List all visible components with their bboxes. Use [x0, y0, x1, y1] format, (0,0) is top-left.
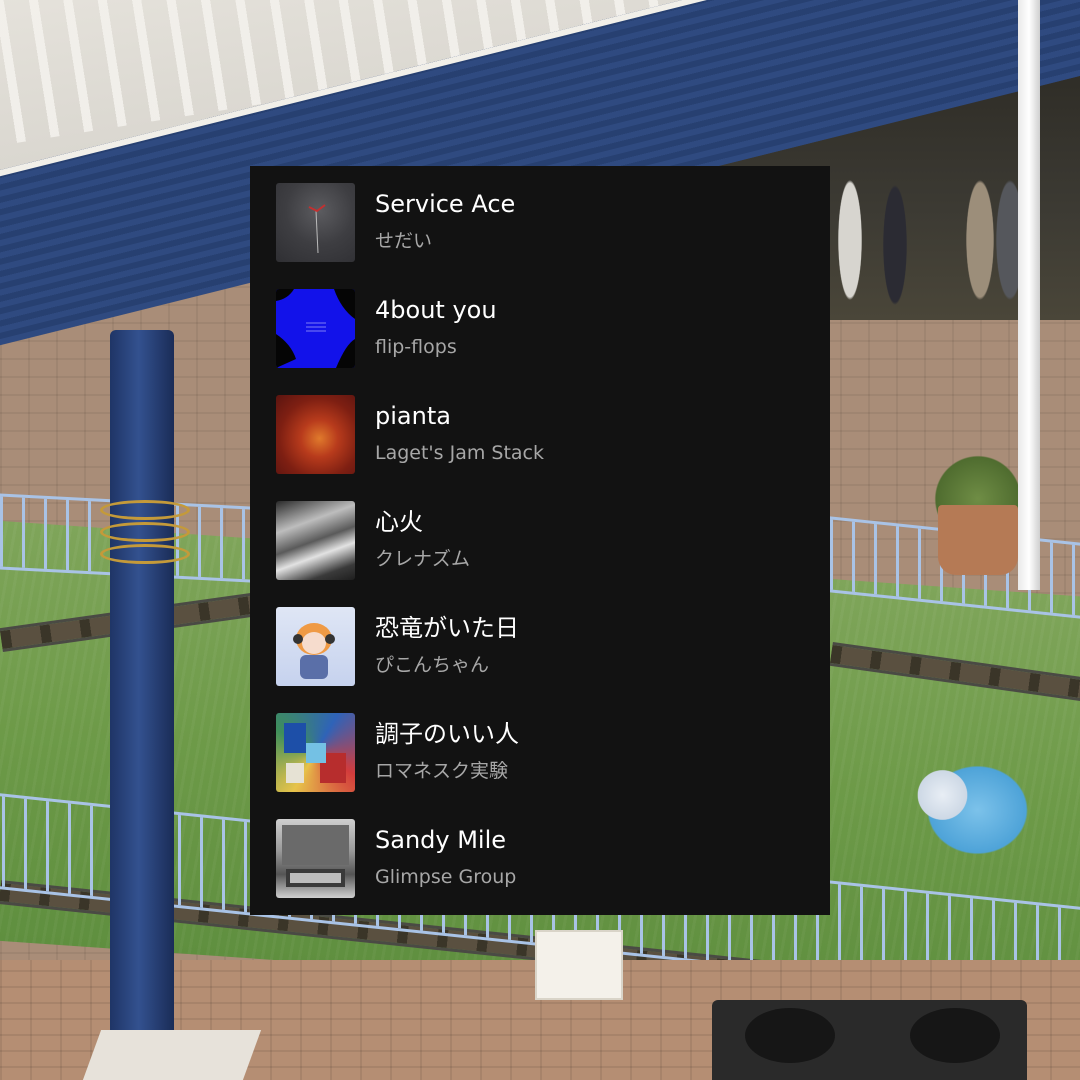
dog-ride-toy-head — [915, 765, 970, 825]
track-artist: クレナズム — [375, 548, 471, 570]
track-title: Sandy Mile — [375, 826, 507, 854]
album-cover-icon — [276, 819, 355, 898]
track-title: 調子のいい人 — [375, 720, 519, 748]
pillar-ring — [100, 522, 190, 542]
bin-hole — [910, 1008, 1000, 1063]
track-row[interactable]: Service Ace せだい — [250, 166, 830, 272]
album-cover-icon — [276, 289, 355, 368]
album-cover-icon — [276, 501, 355, 580]
blue-pillar — [110, 330, 174, 1070]
track-title: 4bout you — [375, 296, 497, 324]
planter-pot — [938, 505, 1018, 575]
album-cover-icon — [276, 183, 355, 262]
track-artist: ロマネスク実験 — [375, 760, 509, 782]
pillar-ring — [100, 500, 190, 520]
bin-hole — [745, 1008, 835, 1063]
pillar-base — [82, 1030, 262, 1080]
album-cover-icon — [276, 713, 355, 792]
track-title: 恐竜がいた日 — [375, 614, 519, 642]
track-title: 心火 — [375, 508, 423, 536]
track-artist: ぴこんちゃん — [375, 654, 490, 676]
track-title: pianta — [375, 402, 451, 430]
pedestrians — [830, 170, 1080, 310]
track-artist: Laget's Jam Stack — [375, 442, 544, 464]
album-cover-icon — [276, 395, 355, 474]
track-artist: Glimpse Group — [375, 866, 517, 888]
track-row[interactable]: 4bout you flip-flops — [250, 272, 830, 378]
track-artist: せだい — [375, 230, 433, 252]
track-row[interactable]: 恐竜がいた日 ぴこんちゃん — [250, 590, 830, 696]
track-row[interactable]: 心火 クレナズム — [250, 484, 830, 590]
track-title: Service Ace — [375, 190, 516, 218]
white-pole — [1018, 0, 1040, 590]
track-row[interactable]: Sandy Mile Glimpse Group — [250, 802, 830, 908]
ride-sign — [535, 930, 623, 1000]
playlist-panel: Service Ace せだい 4bout you flip-flops pia… — [250, 166, 830, 915]
track-row[interactable]: pianta Laget's Jam Stack — [250, 378, 830, 484]
pillar-ring — [100, 544, 190, 564]
track-artist: flip-flops — [375, 336, 457, 358]
track-row[interactable]: 調子のいい人 ロマネスク実験 — [250, 696, 830, 802]
album-cover-icon — [276, 607, 355, 686]
